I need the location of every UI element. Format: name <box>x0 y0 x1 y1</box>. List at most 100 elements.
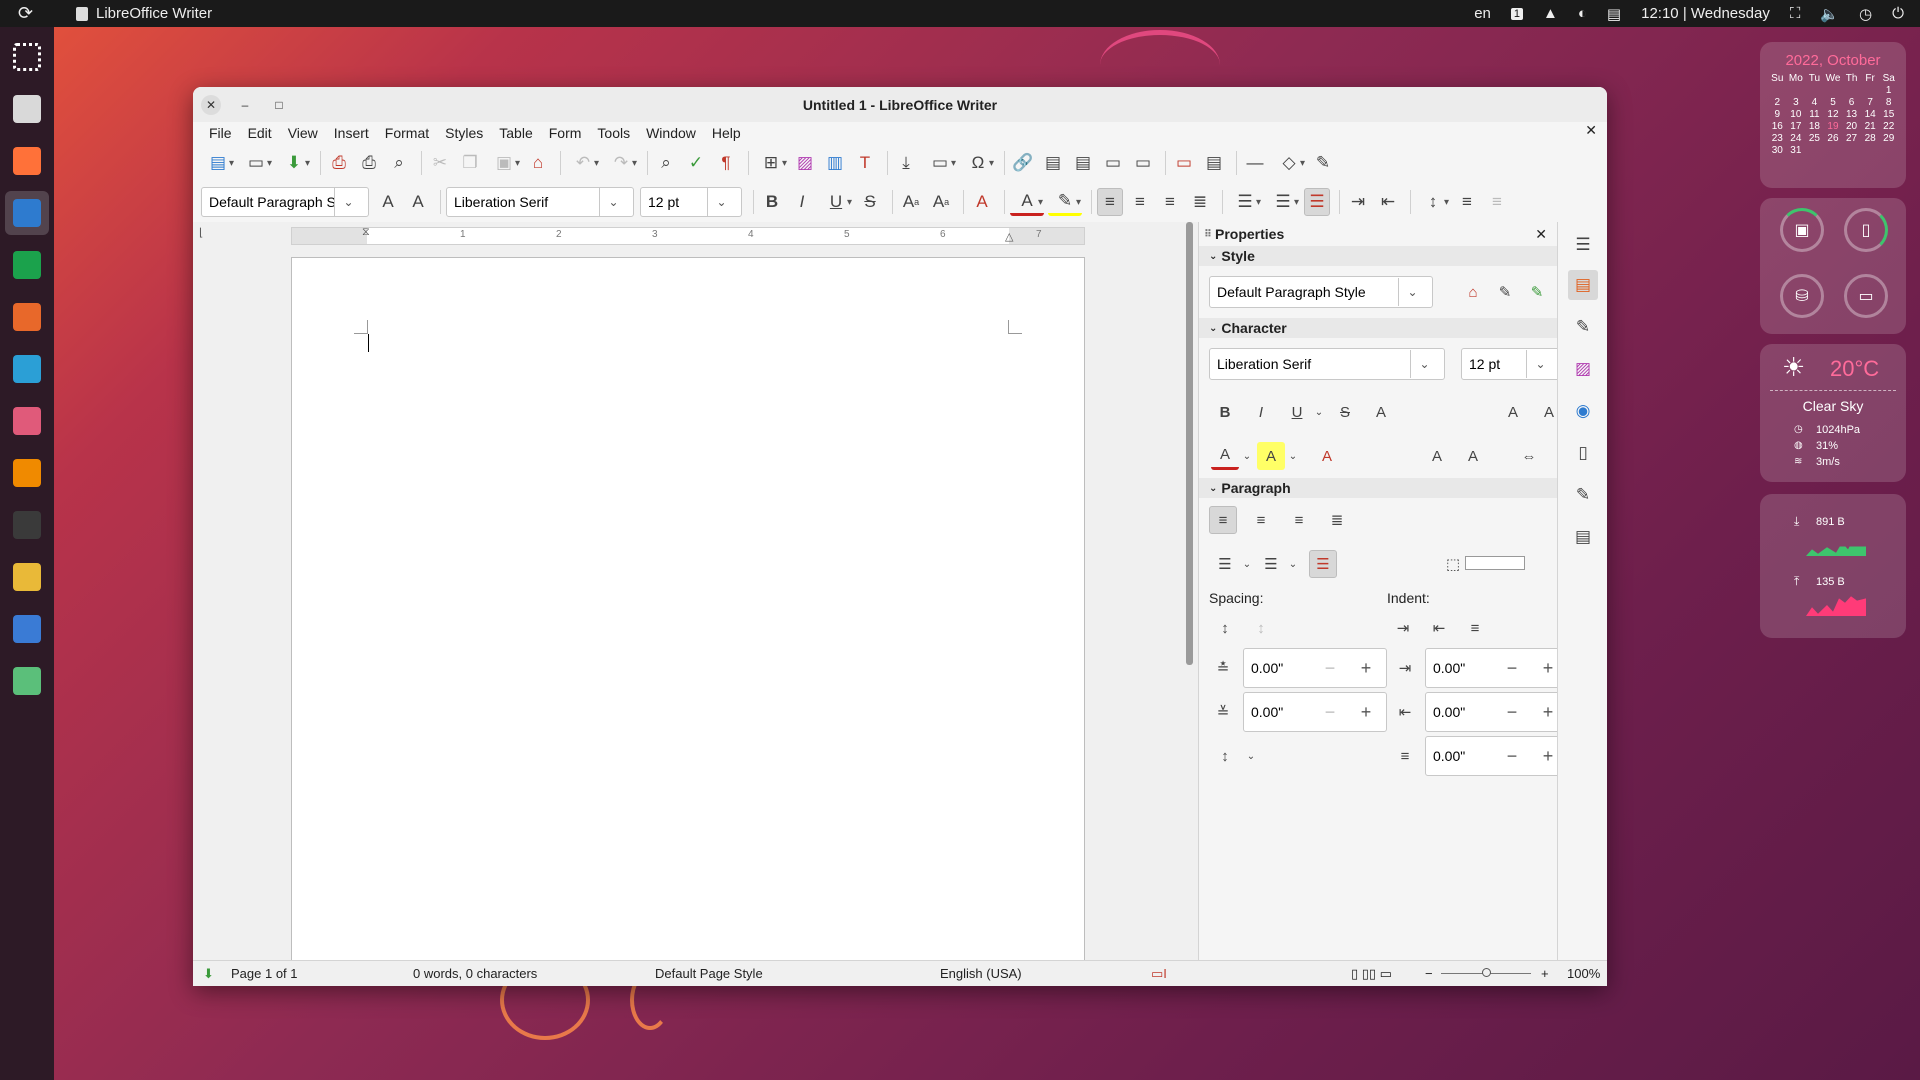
calendar-day[interactable]: 12 <box>1824 109 1843 120</box>
volume-icon[interactable]: 🔈 <box>1820 5 1839 23</box>
spelling-icon[interactable]: ✓ <box>683 149 709 177</box>
bold-icon[interactable]: B <box>759 188 785 216</box>
weather-tray-icon[interactable]: ◐ <box>1578 5 1587 22</box>
align-left-icon[interactable]: ≡ <box>1097 188 1123 216</box>
hanging-indent-icon[interactable]: ≡ <box>1461 614 1489 642</box>
calendar-day[interactable]: 23 <box>1768 133 1787 144</box>
sidebar-strikethrough-icon[interactable]: S <box>1331 398 1359 426</box>
sidebar-bold-icon[interactable]: B <box>1211 398 1239 426</box>
undo-icon[interactable]: ↶ <box>566 149 600 177</box>
chevron-down-icon[interactable]: ⌄ <box>1279 442 1307 470</box>
font-color-icon[interactable]: A <box>1010 188 1044 216</box>
calendar-day[interactable]: 29 <box>1879 133 1898 144</box>
cut-icon[interactable]: ✂ <box>427 149 453 177</box>
draw-icon[interactable]: ✎ <box>1310 149 1336 177</box>
vertical-scrollbar[interactable] <box>1186 222 1193 665</box>
menu-file[interactable]: File <box>201 122 240 144</box>
word-count[interactable]: 0 words, 0 characters <box>413 966 537 981</box>
minus-icon[interactable]: − <box>1312 693 1348 731</box>
timer-icon[interactable]: ◷ <box>1859 5 1872 23</box>
insert-cross-reference-icon[interactable]: ▭ <box>1130 149 1156 177</box>
right-indent-marker[interactable]: △ <box>1005 230 1013 243</box>
save-status-icon[interactable]: ⬇ <box>203 966 214 982</box>
calendar-day[interactable]: 7 <box>1861 97 1880 108</box>
calendar-day[interactable]: 25 <box>1805 133 1824 144</box>
sidebar-align-center-icon[interactable]: ≡ <box>1247 506 1275 534</box>
title-bar[interactable]: ✕ – □ Untitled 1 - LibreOffice Writer <box>193 87 1607 122</box>
plus-icon[interactable]: + <box>1530 649 1557 687</box>
menu-help[interactable]: Help <box>704 122 749 144</box>
view-layout-icons[interactable]: ▯ ▯▯ ▭ <box>1351 966 1392 982</box>
spacing-below-input[interactable] <box>1244 704 1312 720</box>
sidebar-justify-icon[interactable]: ≣ <box>1323 506 1351 534</box>
track-changes-icon[interactable]: ▤ <box>1201 149 1227 177</box>
unordered-list-icon[interactable]: ☰ <box>1228 188 1262 216</box>
new-style-icon[interactable]: A <box>405 188 431 216</box>
sidebar-outline-icon[interactable]: ☰ <box>1309 550 1337 578</box>
calendar-day[interactable]: 17 <box>1787 121 1806 132</box>
menu-styles[interactable]: Styles <box>437 122 491 144</box>
minus-icon[interactable]: − <box>1494 737 1530 775</box>
print-icon[interactable]: ⎙ <box>356 149 382 177</box>
new-document-icon[interactable]: ▤ <box>201 149 235 177</box>
clipboard-icon[interactable]: ▤ <box>1607 5 1621 23</box>
page-style[interactable]: Default Page Style <box>655 966 763 981</box>
sidebar-spacing-icon[interactable]: ⇔ <box>1515 442 1543 470</box>
page-tab-icon[interactable]: ▯ <box>1568 438 1598 468</box>
insert-mode-icon[interactable]: ▭I <box>1151 966 1167 982</box>
justify-icon[interactable]: ≣ <box>1187 188 1213 216</box>
sidebar-italic-icon[interactable]: I <box>1247 398 1275 426</box>
insert-endnote-icon[interactable]: ▤ <box>1070 149 1096 177</box>
insert-textbox-icon[interactable]: T <box>852 149 878 177</box>
notification-icon[interactable]: ▲ <box>1543 5 1558 22</box>
network-icon[interactable]: ⛶ <box>1790 5 1801 22</box>
zoom-in-icon[interactable]: + <box>1541 966 1549 981</box>
power-icon[interactable]: ⏻ <box>1892 5 1904 22</box>
menu-format[interactable]: Format <box>377 122 437 144</box>
font-name-combo[interactable]: ⌄ <box>446 187 634 217</box>
sidebar-align-left-icon[interactable]: ≡ <box>1209 506 1237 534</box>
indent-after-input[interactable] <box>1426 704 1494 720</box>
dock-item-firefox[interactable] <box>5 139 49 183</box>
calendar-day[interactable]: 14 <box>1861 109 1880 120</box>
spacing-above-input[interactable] <box>1244 660 1312 676</box>
insert-line-icon[interactable]: — <box>1242 149 1268 177</box>
basic-shapes-icon[interactable]: ◇ <box>1272 149 1306 177</box>
calendar-day[interactable]: 8 <box>1879 97 1898 108</box>
menu-insert[interactable]: Insert <box>326 122 377 144</box>
style-inspector-tab-icon[interactable]: ✎ <box>1568 480 1598 510</box>
gallery-tab-icon[interactable]: ▨ <box>1568 354 1598 384</box>
horizontal-ruler[interactable]: ⧖ △ 1 2 3 4 5 6 7 <box>291 226 1085 245</box>
increase-spacing-icon[interactable]: ↕ <box>1211 614 1239 642</box>
menu-window[interactable]: Window <box>638 122 704 144</box>
clock[interactable]: 12:10 | Wednesday <box>1641 5 1770 22</box>
find-replace-icon[interactable]: ⌕ <box>653 149 679 177</box>
calendar-day[interactable]: 3 <box>1787 97 1806 108</box>
increase-indent-icon[interactable]: ⇥ <box>1345 188 1371 216</box>
insert-page-break-icon[interactable]: ⤓ <box>893 149 919 177</box>
insert-footnote-icon[interactable]: ▤ <box>1040 149 1066 177</box>
italic-icon[interactable]: I <box>789 188 815 216</box>
dock-item-calc[interactable] <box>5 243 49 287</box>
language-status[interactable]: English (USA) <box>940 966 1022 981</box>
clone-formatting-icon[interactable]: ⌂ <box>525 149 551 177</box>
dock-item-software[interactable] <box>5 347 49 391</box>
print-preview-icon[interactable]: ⌕ <box>386 149 412 177</box>
spacing-below-spinner[interactable]: − + <box>1243 692 1387 732</box>
calendar-day[interactable]: 2 <box>1768 97 1787 108</box>
open-icon[interactable]: ▭ <box>239 149 273 177</box>
indent-first-input[interactable] <box>1426 748 1494 764</box>
new-style-from-selection-icon[interactable]: ✎ <box>1491 278 1519 306</box>
plus-icon[interactable]: + <box>1348 649 1384 687</box>
calendar-day[interactable]: 18 <box>1805 121 1824 132</box>
dock-item-downloader[interactable] <box>5 399 49 443</box>
sidebar-subscript-icon[interactable]: A <box>1459 442 1487 470</box>
drag-handle-icon[interactable]: ⠿ <box>1204 229 1212 240</box>
decrease-paragraph-spacing-icon[interactable]: ≡ <box>1484 188 1510 216</box>
decrease-spacing-icon[interactable]: ↕ <box>1247 614 1275 642</box>
paste-icon[interactable]: ▣ <box>487 149 521 177</box>
chevron-down-icon[interactable]: ⌄ <box>599 188 627 216</box>
sidebar-shadow-icon[interactable]: A <box>1367 398 1395 426</box>
zoom-level[interactable]: 100% <box>1567 966 1600 981</box>
calendar-day[interactable]: 31 <box>1787 145 1806 156</box>
